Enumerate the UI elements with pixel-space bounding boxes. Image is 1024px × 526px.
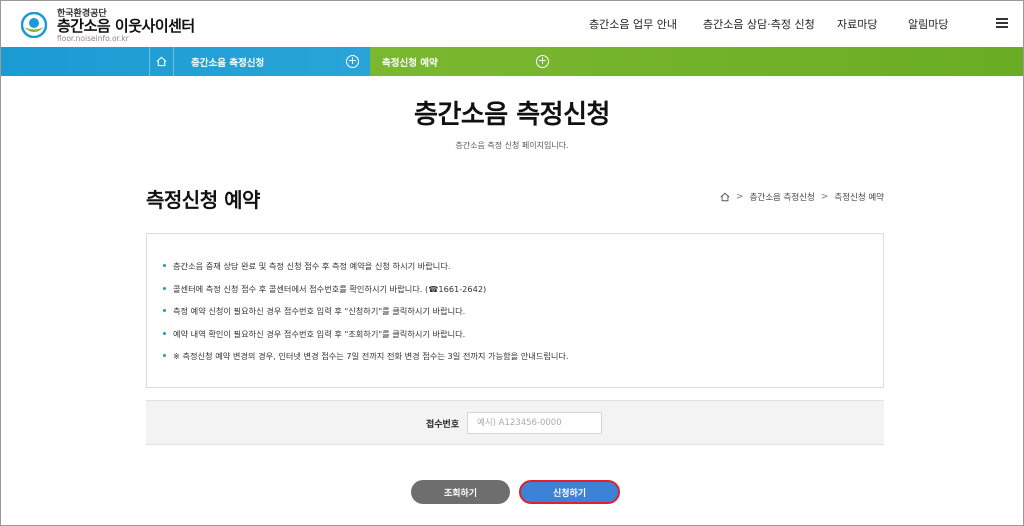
section-title: 측정신청 예약 xyxy=(146,188,260,212)
nav-item-resources[interactable]: 자료마당 xyxy=(837,16,877,32)
site-header: 한국환경공단 층간소음 이웃사이센터 floor.noiseinfo.or.kr… xyxy=(0,0,1024,47)
logo-site-name: 층간소음 이웃사이센터 xyxy=(57,17,195,35)
location-level2[interactable]: 측정신청 예약 xyxy=(382,55,438,69)
logo-emblem-icon xyxy=(21,12,47,38)
notice-list: 층간소음 중재 상담 완료 및 측정 신청 접수 후 측정 예약을 신청 하시기… xyxy=(163,260,569,373)
home-icon xyxy=(156,56,166,67)
notice-box: 층간소음 중재 상담 완료 및 측정 신청 접수 후 측정 예약을 신청 하시기… xyxy=(146,233,884,388)
location-bar: 층간소음 측정신청 + 측정신청 예약 + xyxy=(0,47,1024,76)
location-level1-expand-icon[interactable]: + xyxy=(346,55,359,68)
receipt-number-input[interactable] xyxy=(467,412,602,434)
chevron-right-icon: > xyxy=(820,192,829,202)
notice-item: 예약 내역 확인이 필요하신 경우 접수번호 입력 후 "조회하기"를 클릭하시… xyxy=(163,328,569,351)
location-divider xyxy=(173,47,174,76)
inquiry-button[interactable]: 조회하기 xyxy=(411,480,510,504)
nav-item-apply[interactable]: 층간소음 상담·측정 신청 xyxy=(703,16,815,32)
location-level1[interactable]: 층간소음 측정신청 xyxy=(191,55,264,69)
notice-item: 콜센터에 측정 신청 접수 후 콜센터에서 접수번호를 확인하시기 바랍니다. … xyxy=(163,283,569,306)
nav-item-guide[interactable]: 층간소음 업무 안내 xyxy=(589,16,677,32)
breadcrumb-item-current: 측정신청 예약 xyxy=(834,193,884,203)
apply-button[interactable]: 신청하기 xyxy=(519,480,620,504)
notice-item: 층간소음 중재 상담 완료 및 측정 신청 접수 후 측정 예약을 신청 하시기… xyxy=(163,260,569,283)
site-logo[interactable]: 한국환경공단 층간소음 이웃사이센터 floor.noiseinfo.or.kr xyxy=(21,6,195,44)
notice-item: ※ 측정신청 예약 변경의 경우, 인터넷 변경 접수는 7일 전까지 전화 변… xyxy=(163,350,569,373)
page-subtitle: 층간소음 측정 신청 페이지입니다. xyxy=(455,141,569,150)
receipt-number-label: 접수번호 xyxy=(426,420,460,430)
chevron-right-icon: > xyxy=(736,192,744,202)
notice-item: 측정 예약 신청이 필요하신 경우 접수번호 입력 후 "신청하기"를 클릭하시… xyxy=(163,305,569,328)
logo-url: floor.noiseinfo.or.kr xyxy=(57,34,129,43)
breadcrumb: > 층간소음 측정신청 > 측정신청 예약 xyxy=(720,191,884,203)
receipt-form: 접수번호 xyxy=(146,400,884,445)
page-title: 층간소음 측정신청 xyxy=(414,100,610,130)
location-level2-expand-icon[interactable]: + xyxy=(536,55,549,68)
breadcrumb-home-icon[interactable] xyxy=(720,192,730,202)
hamburger-menu-icon[interactable] xyxy=(996,18,1008,28)
breadcrumb-item[interactable]: 층간소음 측정신청 xyxy=(750,191,815,203)
location-home-button[interactable] xyxy=(150,47,172,76)
nav-item-notices[interactable]: 알림마당 xyxy=(908,16,948,32)
